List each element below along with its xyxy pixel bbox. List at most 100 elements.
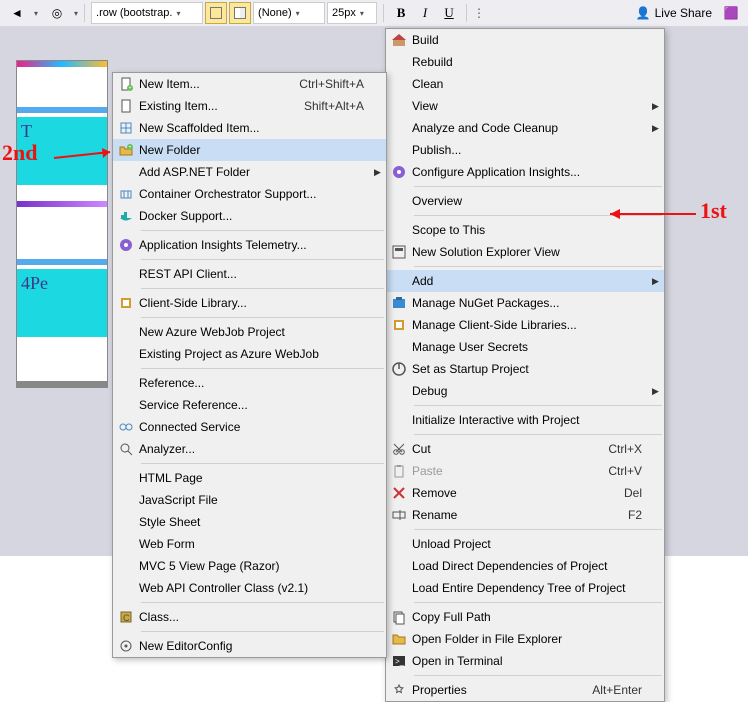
menu-item-service-reference[interactable]: Service Reference...: [113, 394, 386, 416]
menu-item-application-insights-telemetry[interactable]: Application Insights Telemetry...: [113, 234, 386, 256]
menu-item-label: View: [412, 99, 652, 113]
menu-item-new-folder[interactable]: + New Folder: [113, 139, 386, 161]
menu-separator: [141, 317, 384, 318]
menu-item-label: Cut: [412, 442, 608, 456]
menu-item-connected-service[interactable]: Connected Service: [113, 416, 386, 438]
menu-item-open-in-terminal[interactable]: >_Open in Terminal: [386, 650, 664, 672]
menu-item-clean[interactable]: Clean: [386, 73, 664, 95]
menu-item-analyze-and-code-cleanup[interactable]: Analyze and Code Cleanup▶: [386, 117, 664, 139]
menu-item-copy-full-path[interactable]: Copy Full Path: [386, 606, 664, 628]
menu-item-web-api-controller-class-v2-1[interactable]: Web API Controller Class (v2.1): [113, 577, 386, 599]
menu-item-remove[interactable]: RemoveDel: [386, 482, 664, 504]
rename-icon: [386, 507, 412, 523]
selector-value: .row (bootstrap.: [96, 7, 172, 19]
menu-item-open-folder-in-file-explorer[interactable]: Open Folder in File Explorer: [386, 628, 664, 650]
menu-item-rename[interactable]: RenameF2: [386, 504, 664, 526]
menu-item-class[interactable]: CClass...: [113, 606, 386, 628]
nav-back-button[interactable]: ◄: [6, 2, 28, 24]
appinsights-icon: [113, 237, 139, 253]
menu-item-shortcut: F2: [628, 508, 652, 522]
menu-item-label: New Item...: [139, 77, 299, 91]
menu-item-paste: PasteCtrl+V: [386, 460, 664, 482]
menu-item-label: New EditorConfig: [139, 639, 374, 653]
menu-item-container-orchestrator-support[interactable]: Container Orchestrator Support...: [113, 183, 386, 205]
toolbar: ◄ ▾ ◎ ▾ .row (bootstrap.▾ (None)▾ 25px▾ …: [0, 0, 748, 27]
menu-item-configure-application-insights[interactable]: Configure Application Insights...: [386, 161, 664, 183]
menu-item-label: Client-Side Library...: [139, 296, 374, 310]
build-icon: [386, 32, 412, 48]
italic-button[interactable]: I: [414, 2, 436, 24]
svg-text:>_: >_: [395, 657, 405, 666]
svg-text:+: +: [128, 86, 132, 92]
layout1-button[interactable]: [205, 2, 227, 24]
menu-item-client-side-library[interactable]: Client-Side Library...: [113, 292, 386, 314]
underline-button[interactable]: U: [438, 2, 460, 24]
menu-separator: [414, 529, 662, 530]
menu-item-label: Paste: [412, 464, 608, 478]
overflow-icon[interactable]: ⋮: [473, 6, 485, 20]
bold-button[interactable]: B: [390, 2, 412, 24]
menu-item-rebuild[interactable]: Rebuild: [386, 51, 664, 73]
size-dropdown[interactable]: 25px▾: [327, 2, 377, 24]
menu-item-label: New Scaffolded Item...: [139, 121, 374, 135]
appinsights-icon: [386, 164, 412, 180]
menu-item-web-form[interactable]: Web Form: [113, 533, 386, 555]
live-share-button[interactable]: 👤 Live Share: [630, 6, 718, 20]
menu-item-properties[interactable]: PropertiesAlt+Enter: [386, 679, 664, 701]
menu-item-mvc-5-view-page-razor[interactable]: MVC 5 View Page (Razor): [113, 555, 386, 577]
nuget-icon: [386, 295, 412, 311]
menu-item-style-sheet[interactable]: Style Sheet: [113, 511, 386, 533]
menu-item-load-direct-dependencies-of-project[interactable]: Load Direct Dependencies of Project: [386, 555, 664, 577]
menu-item-manage-client-side-libraries[interactable]: Manage Client-Side Libraries...: [386, 314, 664, 336]
menu-item-initialize-interactive-with-project[interactable]: Initialize Interactive with Project: [386, 409, 664, 431]
menu-item-new-azure-webjob-project[interactable]: New Azure WebJob Project: [113, 321, 386, 343]
style-dropdown[interactable]: (None)▾: [253, 2, 325, 24]
annotation-first: 1st: [700, 198, 727, 224]
newitem-icon: +: [113, 76, 139, 92]
target-button[interactable]: ◎: [46, 2, 68, 24]
menu-item-html-page[interactable]: HTML Page: [113, 467, 386, 489]
menu-item-reference[interactable]: Reference...: [113, 372, 386, 394]
selector-dropdown[interactable]: .row (bootstrap.▾: [91, 2, 203, 24]
menu-item-new-scaffolded-item[interactable]: New Scaffolded Item...: [113, 117, 386, 139]
separator: [466, 4, 467, 22]
menu-item-add[interactable]: Add▶: [386, 270, 664, 292]
svg-text:C: C: [123, 613, 130, 623]
menu-item-existing-item[interactable]: Existing Item...Shift+Alt+A: [113, 95, 386, 117]
menu-item-label: Open Folder in File Explorer: [412, 632, 652, 646]
menu-item-label: Load Entire Dependency Tree of Project: [412, 581, 652, 595]
menu-item-javascript-file[interactable]: JavaScript File: [113, 489, 386, 511]
paste-icon: [386, 463, 412, 479]
menu-item-new-item[interactable]: +New Item...Ctrl+Shift+A: [113, 73, 386, 95]
dropdown-icon: ▾: [74, 9, 78, 18]
menu-item-debug[interactable]: Debug▶: [386, 380, 664, 402]
menu-item-label: HTML Page: [139, 471, 374, 485]
context-menu-add: +New Item...Ctrl+Shift+AExisting Item...…: [112, 72, 387, 658]
menu-item-manage-nuget-packages[interactable]: Manage NuGet Packages...: [386, 292, 664, 314]
menu-item-publish[interactable]: Publish...: [386, 139, 664, 161]
menu-item-label: REST API Client...: [139, 267, 374, 281]
menu-item-view[interactable]: View▶: [386, 95, 664, 117]
menu-item-load-entire-dependency-tree-of-project[interactable]: Load Entire Dependency Tree of Project: [386, 577, 664, 599]
menu-item-new-solution-explorer-view[interactable]: New Solution Explorer View: [386, 241, 664, 263]
menu-separator: [141, 230, 384, 231]
menu-item-existing-project-as-azure-webjob[interactable]: Existing Project as Azure WebJob: [113, 343, 386, 365]
menu-item-cut[interactable]: CutCtrl+X: [386, 438, 664, 460]
menu-item-docker-support[interactable]: Docker Support...: [113, 205, 386, 227]
feedback-button[interactable]: 🟪: [720, 2, 742, 24]
layout2-button[interactable]: [229, 2, 251, 24]
menu-item-analyzer[interactable]: Analyzer...: [113, 438, 386, 460]
menu-item-build[interactable]: Build: [386, 29, 664, 51]
menu-item-label: New Folder: [139, 143, 374, 157]
svg-text:+: +: [128, 145, 132, 151]
menu-item-rest-api-client[interactable]: REST API Client...: [113, 263, 386, 285]
menu-item-set-as-startup-project[interactable]: Set as Startup Project: [386, 358, 664, 380]
menu-item-add-asp-net-folder[interactable]: Add ASP.NET Folder▶: [113, 161, 386, 183]
menu-item-label: Existing Project as Azure WebJob: [139, 347, 374, 361]
menu-item-unload-project[interactable]: Unload Project: [386, 533, 664, 555]
props-icon: [386, 682, 412, 698]
menu-item-new-editorconfig[interactable]: New EditorConfig: [113, 635, 386, 657]
menu-item-manage-user-secrets[interactable]: Manage User Secrets: [386, 336, 664, 358]
menu-separator: [141, 602, 384, 603]
separator: [84, 4, 85, 22]
